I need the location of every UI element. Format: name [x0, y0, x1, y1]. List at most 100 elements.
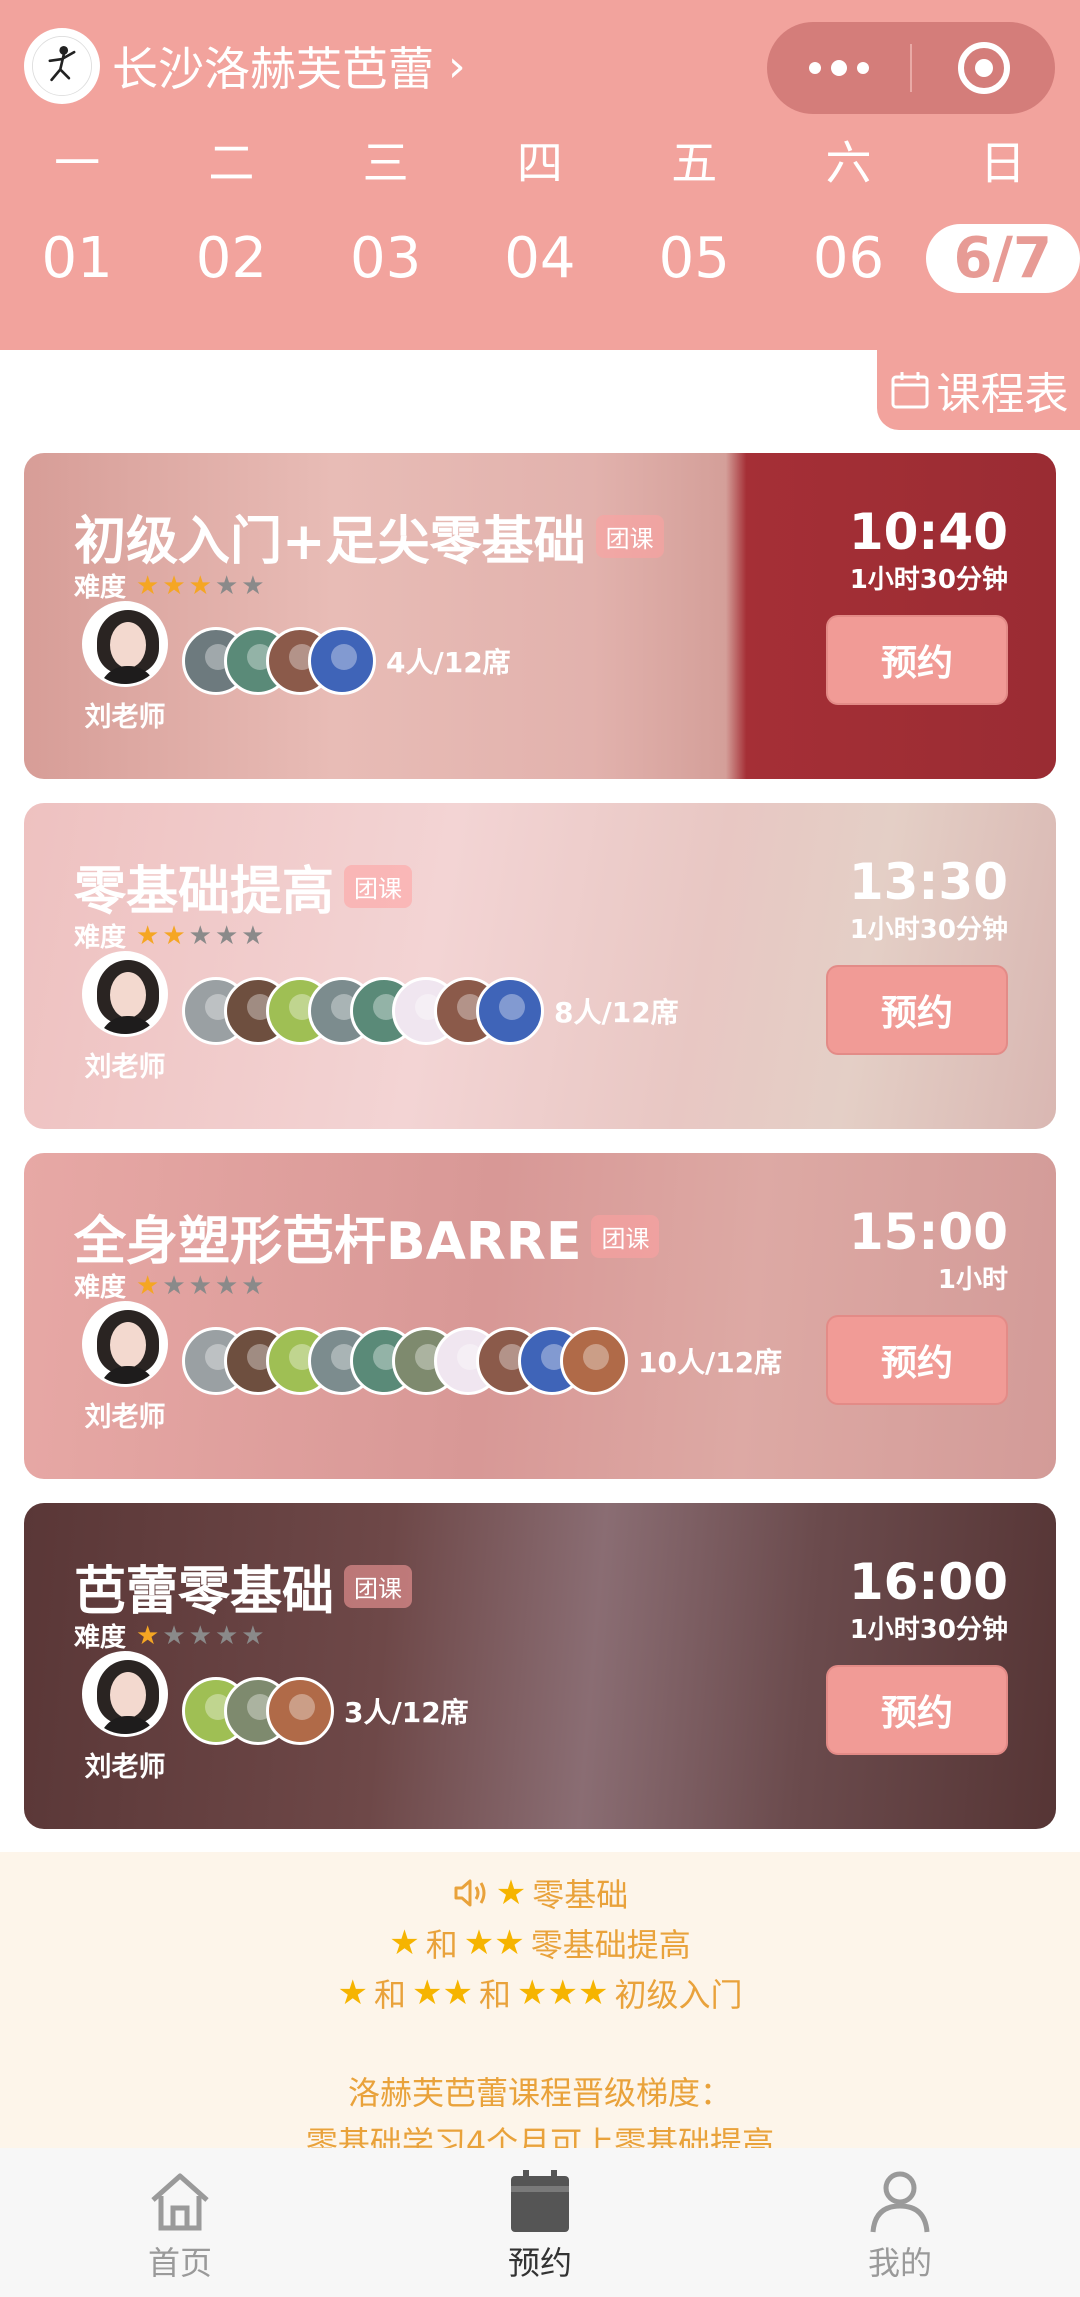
- notice-heading: 洛赫芙芭蕾课程晋级梯度：: [347, 2074, 732, 2112]
- date-item[interactable]: 06: [771, 222, 925, 294]
- course-card[interactable]: 零基础提高 团课 难度 ★ ★ ★ ★ ★ 刘老师 8人/12席 13:30 1小时30…: [24, 803, 1056, 1129]
- date-item[interactable]: 01: [0, 222, 154, 294]
- teacher-name: 刘老师: [84, 1052, 166, 1083]
- difficulty-stars: ★ ★ ★ ★ ★: [136, 923, 265, 949]
- star-empty-icon: ★: [241, 920, 265, 951]
- star-icon: ★: [337, 1973, 368, 2013]
- mini-program-capsule: [767, 22, 1055, 114]
- date-text: 05: [658, 225, 730, 291]
- difficulty-stars: ★ ★ ★ ★ ★: [136, 1623, 265, 1649]
- star-icon: ★★: [412, 1973, 473, 2013]
- course-title-row: 初级入门+足尖零基础 团课: [74, 499, 664, 574]
- course-title-row: 全身塑形芭杆BARRE 团课: [74, 1199, 660, 1274]
- star-empty-icon: ★: [241, 1620, 265, 1651]
- weekday-label: 日: [979, 136, 1026, 190]
- schedule-button[interactable]: 课程表: [877, 350, 1080, 430]
- course-time: 13:30: [848, 853, 1008, 911]
- notice-line-3: ★ 和 ★★ 和 ★★★ 初级入门: [0, 1970, 1080, 2016]
- star-icon: ★: [495, 1873, 527, 1913]
- course-tag: 团课: [344, 865, 413, 908]
- date-text: 04: [504, 225, 576, 291]
- ballet-dancer-logo[interactable]: [24, 28, 100, 104]
- teacher-avatar: [82, 951, 168, 1037]
- date-text: 02: [195, 225, 268, 291]
- course-duration: 1小时30分钟: [849, 1615, 1008, 1645]
- notice-text: 初级入门: [614, 1976, 743, 2014]
- course-tag: 团课: [344, 1565, 413, 1608]
- date-item[interactable]: 02: [154, 222, 308, 294]
- star-empty-icon: ★: [188, 1270, 212, 1301]
- book-button[interactable]: 预约: [826, 1315, 1008, 1405]
- student-avatars: 4人/12席: [182, 627, 511, 695]
- course-time: 10:40: [848, 503, 1008, 561]
- difficulty-row: 难度 ★ ★ ★ ★ ★: [74, 1617, 265, 1654]
- course-title: 零基础提高: [74, 862, 335, 922]
- book-button[interactable]: 预约: [826, 965, 1008, 1055]
- date-item[interactable]: 03: [309, 222, 463, 294]
- weekday-label: 三: [362, 136, 409, 190]
- date-item-selected[interactable]: 6/7: [925, 222, 1080, 294]
- difficulty-row: 难度 ★ ★ ★ ★ ★: [74, 917, 265, 954]
- notice-text: 零基础提高: [530, 1926, 691, 1964]
- more-dots-icon[interactable]: [767, 22, 910, 114]
- date-item[interactable]: 04: [463, 222, 617, 294]
- difficulty-label: 难度: [74, 1623, 127, 1653]
- store-title-text: 长沙洛赫芙芭蕾: [112, 42, 434, 96]
- weekday-row: 一 二 三 四 五 六 日: [0, 130, 1080, 190]
- course-card[interactable]: 初级入门+足尖零基础 团课 难度 ★ ★ ★ ★ ★ 刘老师 4人/12席 10:40 …: [24, 453, 1056, 779]
- course-title-row: 芭蕾零基础 团课: [74, 1549, 413, 1624]
- date-item[interactable]: 05: [617, 222, 771, 294]
- user-icon: [870, 2171, 930, 2233]
- weekday-label: 一: [54, 136, 101, 190]
- level-notice: ★ 零基础 ★ 和 ★★ 零基础提高 ★ 和 ★★ 和 ★★★ 初级入门 洛赫芙…: [0, 1852, 1080, 2162]
- student-avatars: 3人/12席: [182, 1677, 469, 1745]
- tab-label: 预约: [507, 2244, 572, 2282]
- student-avatar: [476, 977, 544, 1045]
- teacher[interactable]: 刘老师: [80, 951, 170, 1084]
- teacher-name: 刘老师: [84, 1402, 166, 1433]
- teacher[interactable]: 刘老师: [80, 601, 170, 734]
- star-empty-icon: ★: [162, 1620, 186, 1651]
- star-filled-icon: ★: [136, 1270, 160, 1301]
- notice-and: 和: [425, 1926, 458, 1964]
- notice-and: 和: [374, 1976, 407, 2014]
- chevron-right-icon: ›: [448, 40, 466, 92]
- star-filled-icon: ★: [162, 570, 186, 601]
- book-button[interactable]: 预约: [826, 1665, 1008, 1755]
- course-time: 15:00: [848, 1203, 1008, 1261]
- teacher[interactable]: 刘老师: [80, 1651, 170, 1784]
- schedule-button-label: 课程表: [936, 369, 1069, 420]
- store-title[interactable]: 长沙洛赫芙芭蕾 ›: [112, 34, 466, 98]
- notice-line-2: ★ 和 ★★ 零基础提高: [0, 1920, 1080, 1966]
- teacher[interactable]: 刘老师: [80, 1301, 170, 1434]
- difficulty-stars: ★ ★ ★ ★ ★: [136, 573, 265, 599]
- course-card[interactable]: 芭蕾零基础 团课 难度 ★ ★ ★ ★ ★ 刘老师 3人/12席 16:00 1小时30…: [24, 1503, 1056, 1829]
- course-tag: 团课: [595, 515, 664, 558]
- course-title: 初级入门+足尖零基础: [74, 512, 586, 572]
- course-title-row: 零基础提高 团课: [74, 849, 413, 924]
- star-empty-icon: ★: [188, 920, 212, 951]
- course-tag: 团课: [591, 1215, 660, 1258]
- seat-count: 8人/12席: [554, 996, 679, 1029]
- difficulty-label: 难度: [74, 573, 127, 603]
- app-page: 长沙洛赫芙芭蕾 › 一 二 三 四 五 六 日 01 02 03 04 05 0…: [0, 0, 1080, 2297]
- difficulty-label: 难度: [74, 1273, 127, 1303]
- tab-profile[interactable]: 我的: [720, 2148, 1080, 2297]
- difficulty-label: 难度: [74, 923, 127, 953]
- course-time: 16:00: [848, 1553, 1008, 1611]
- course-card[interactable]: 全身塑形芭杆BARRE 团课 难度 ★ ★ ★ ★ ★ 刘老师 10人/12席 15:0…: [24, 1153, 1056, 1479]
- course-title: 芭蕾零基础: [74, 1562, 335, 1622]
- book-button[interactable]: 预约: [826, 615, 1008, 705]
- calendar-icon: [511, 2170, 569, 2232]
- tab-booking[interactable]: 预约: [360, 2148, 720, 2297]
- header: 长沙洛赫芙芭蕾 › 一 二 三 四 五 六 日 01 02 03 04 05 0…: [0, 0, 1080, 350]
- teacher-name: 刘老师: [84, 1752, 166, 1783]
- star-empty-icon: ★: [241, 570, 265, 601]
- course-duration: 1小时30分钟: [849, 915, 1008, 945]
- target-circle-icon[interactable]: [912, 22, 1055, 114]
- teacher-avatar: [82, 601, 168, 687]
- tab-home[interactable]: 首页: [0, 2148, 360, 2297]
- star-empty-icon: ★: [214, 920, 239, 951]
- star-empty-icon: ★: [162, 1270, 186, 1301]
- student-avatars: 10人/12席: [182, 1327, 782, 1395]
